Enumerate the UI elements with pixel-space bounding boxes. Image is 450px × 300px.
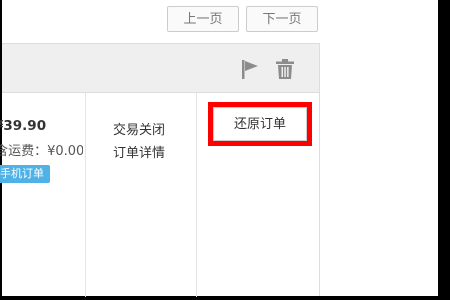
next-page-button[interactable]: 下一页 (246, 6, 318, 32)
restore-order-button[interactable]: 还原订单 (213, 107, 307, 141)
prev-page-button[interactable]: 上一页 (167, 6, 239, 32)
trash-icon[interactable] (274, 58, 296, 80)
flag-icon[interactable] (239, 58, 261, 80)
price-column: ¥39.90 (含运费：¥0.00) 手机订单 (0, 0, 83, 300)
column-divider (85, 93, 86, 297)
order-status: 交易关闭 (113, 123, 166, 138)
shipping-fee: (含运费：¥0.00) (0, 144, 83, 159)
column-divider (196, 93, 197, 297)
order-detail-link[interactable]: 订单详情 (113, 142, 165, 161)
mobile-order-badge: 手机订单 (0, 165, 50, 183)
order-price: ¥39.90 (0, 118, 47, 134)
screen-edge-right (438, 0, 450, 300)
